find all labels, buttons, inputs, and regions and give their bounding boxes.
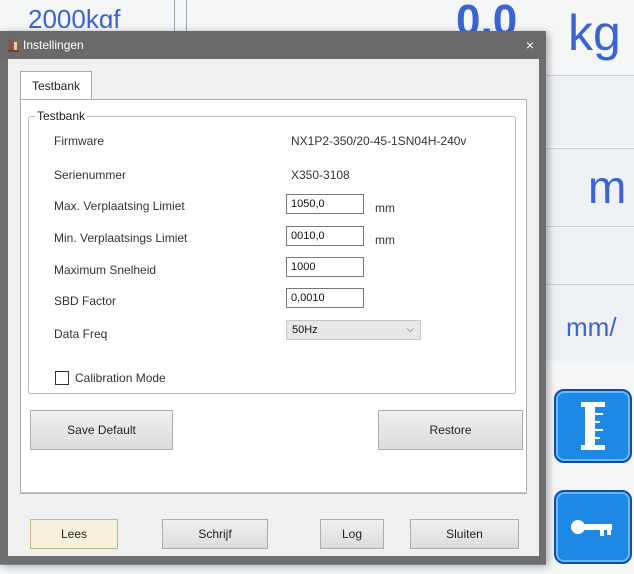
data-freq-label: Data Freq	[54, 327, 108, 341]
save-default-button[interactable]: Save Default	[30, 410, 173, 450]
max-speed-input[interactable]: 1000	[286, 257, 364, 277]
write-button[interactable]: Schrijf	[162, 519, 268, 549]
calibration-mode-checkbox[interactable]	[55, 371, 69, 385]
serial-number-label: Serienummer	[54, 168, 127, 182]
dialog-client-area: Testbank Testbank Firmware NX1P2-350/20-…	[8, 59, 539, 556]
ruler-icon	[581, 402, 605, 450]
tab-testbank[interactable]: Testbank	[20, 71, 92, 100]
firmware-value: NX1P2-350/20-45-1SN04H-240v	[291, 134, 467, 148]
firmware-label: Firmware	[54, 134, 104, 148]
min-displacement-label: Min. Verplaatsings Limiet	[54, 231, 188, 245]
min-displacement-unit: mm	[375, 233, 395, 247]
sbd-factor-label: SBD Factor	[54, 294, 117, 308]
bg-bottom-edge	[0, 564, 546, 565]
key-icon	[571, 520, 612, 536]
bg-divider-vertical	[174, 0, 175, 31]
max-displacement-input[interactable]: 1050,0	[286, 194, 364, 214]
close-button[interactable]: Sluiten	[410, 519, 519, 549]
key-button[interactable]	[554, 490, 632, 564]
restore-button[interactable]: Restore	[378, 410, 523, 450]
app-icon	[8, 38, 19, 52]
log-button[interactable]: Log	[320, 519, 384, 549]
bg-capacity-label: 2000kgf	[28, 4, 121, 28]
max-displacement-unit: mm	[375, 201, 395, 215]
read-button[interactable]: Lees	[30, 519, 118, 549]
dialog-titlebar[interactable]: Instellingen ×	[0, 31, 546, 59]
bg-force-unit: kg	[568, 5, 621, 61]
ruler-button[interactable]	[554, 389, 632, 463]
min-displacement-input[interactable]: 0010,0	[286, 226, 364, 246]
bg-divider-vertical-2	[186, 0, 187, 31]
serial-number-value: X350-3108	[291, 168, 350, 182]
calibration-mode-label: Calibration Mode	[75, 371, 166, 385]
bg-distance-unit: m	[588, 161, 627, 213]
groupbox-legend: Testbank	[35, 109, 88, 123]
max-displacement-label: Max. Verplaatsing Limiet	[54, 199, 185, 213]
bg-panel-3	[546, 226, 634, 285]
bg-speed-unit: mm/	[566, 312, 617, 342]
footer-divider	[20, 492, 527, 493]
sbd-factor-input[interactable]: 0,0010	[286, 288, 364, 308]
testbank-groupbox: Testbank Firmware NX1P2-350/20-45-1SN04H…	[28, 109, 516, 394]
bg-panel-1	[546, 75, 634, 146]
max-speed-label: Maximum Snelheid	[54, 263, 157, 277]
data-freq-select[interactable]: 50Hz ⌵	[286, 320, 421, 340]
close-icon[interactable]: ×	[526, 37, 534, 53]
chevron-down-icon: ⌵	[406, 324, 414, 335]
bg-force-value: 0,0	[456, 0, 518, 31]
dialog-title: Instellingen	[23, 38, 84, 52]
settings-dialog: Instellingen × Testbank Testbank Firmwar…	[0, 31, 546, 564]
data-freq-selected-value: 50Hz	[292, 324, 318, 336]
